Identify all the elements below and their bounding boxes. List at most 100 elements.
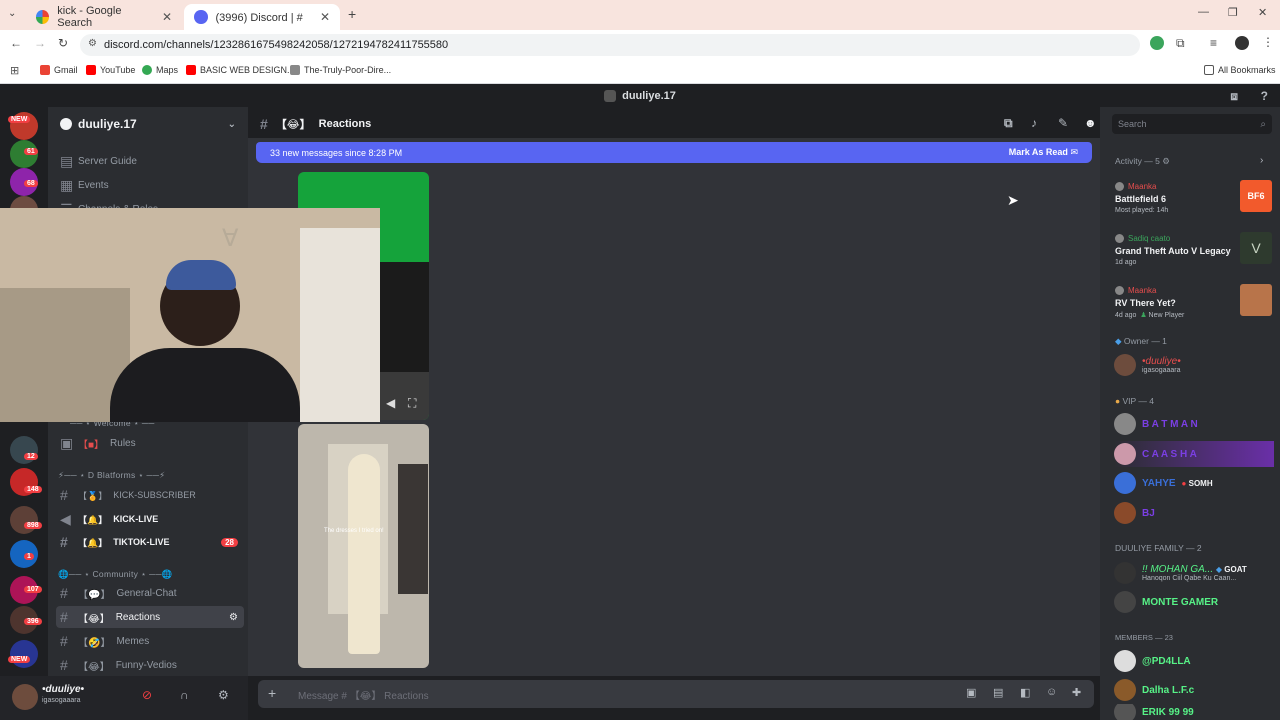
- all-bookmarks[interactable]: All Bookmarks: [1204, 65, 1276, 75]
- chevron-right-icon[interactable]: ›: [1260, 155, 1263, 166]
- member-item[interactable]: C A A S H A: [1114, 441, 1274, 467]
- chevron-down-icon[interactable]: ⌄: [228, 119, 236, 130]
- apps-grid-icon[interactable]: ⊞: [10, 64, 19, 77]
- bookmark-gmail[interactable]: Gmail: [40, 65, 78, 75]
- gmail-icon: [40, 65, 50, 75]
- threads-icon[interactable]: ⧉: [1004, 116, 1013, 131]
- close-window-icon[interactable]: ✕: [1258, 6, 1267, 19]
- profile-avatar[interactable]: [1235, 36, 1249, 50]
- nav-label: Events: [78, 179, 109, 191]
- activity-game: RV There Yet?: [1115, 298, 1176, 308]
- hash-icon: #: [260, 116, 268, 132]
- extensions-puzzle-icon[interactable]: ⧉: [1176, 36, 1185, 51]
- gift-icon[interactable]: ▣: [966, 686, 976, 699]
- tab-search-icon[interactable]: ⌄: [8, 8, 16, 19]
- new-tab-icon[interactable]: +: [348, 6, 356, 22]
- bookmark-youtube[interactable]: YouTube: [86, 65, 135, 75]
- video-embed-2[interactable]: The dresses I tried on!: [298, 424, 429, 668]
- activity-header[interactable]: Activity — 5 ⚙: [1115, 156, 1170, 167]
- notification-bell-icon[interactable]: ♪: [1031, 116, 1037, 130]
- nav-server-guide[interactable]: ▤ Server Guide: [56, 150, 244, 172]
- bookmark-truly-poor[interactable]: The-Truly-Poor-Dire...: [290, 65, 391, 75]
- server-icon[interactable]: [10, 506, 38, 534]
- restore-icon[interactable]: ❐: [1228, 6, 1238, 19]
- bookmark-basic-web-design[interactable]: BASIC WEB DESIGN...: [186, 65, 295, 75]
- user-settings-icon[interactable]: ⚙: [218, 688, 229, 702]
- channel-kick-subscriber[interactable]: # 【🏅】 KICK-SUBSCRIBER: [56, 484, 244, 506]
- channel-general-chat[interactable]: # 【💬】 General-Chat: [56, 582, 244, 604]
- category-platforms[interactable]: ⚡── ⋆ D Blatforms ⋆ ──⚡: [58, 470, 165, 481]
- search-input[interactable]: Search ⌕: [1112, 114, 1272, 134]
- channel-memes[interactable]: # 【🤣】 Memes: [56, 630, 244, 652]
- add-attachment-icon[interactable]: +: [268, 685, 276, 701]
- mute-mic-icon[interactable]: ⊘: [142, 688, 152, 702]
- tab-discord[interactable]: (3996) Discord | # 【😂】 Reactio ✕: [184, 4, 340, 30]
- site-info-icon[interactable]: ⚙: [88, 38, 97, 49]
- forward-icon[interactable]: →: [34, 36, 46, 50]
- group-header-label: Owner — 1: [1123, 336, 1167, 346]
- member-item[interactable]: YAHYE ● SOMH: [1114, 470, 1274, 496]
- extension-icon[interactable]: [1150, 36, 1164, 50]
- activity-item[interactable]: Sadiq caato Grand Theft Auto V Legacy 1d…: [1110, 230, 1276, 276]
- emoji-icon[interactable]: ☺: [1046, 686, 1057, 698]
- media-icon[interactable]: ≡: [1210, 36, 1217, 50]
- bookmark-maps[interactable]: Maps: [142, 65, 178, 75]
- member-item[interactable]: •duuliye• igasogaaara: [1114, 352, 1274, 378]
- new-messages-bar[interactable]: 33 new messages since 8:28 PM Mark As Re…: [256, 142, 1092, 163]
- member-item[interactable]: Dalha L.F.c: [1114, 677, 1274, 703]
- reload-icon[interactable]: ↻: [58, 36, 68, 50]
- background-person: [398, 464, 428, 594]
- member-item[interactable]: !! MOHAN GA... ◆ GOAT Hanoqon Ciil Qabe …: [1114, 560, 1274, 586]
- group-header-label: VIP — 4: [1122, 396, 1155, 406]
- hash-icon: #: [60, 585, 68, 601]
- channel-kick-live[interactable]: ◀ 【🔔】 KICK-LIVE: [56, 508, 244, 530]
- close-tab-icon[interactable]: ✕: [162, 10, 172, 24]
- message-input[interactable]: + Message # 【😂】 Reactions ▣ ▤ ◧ ☺ ✚: [258, 680, 1094, 708]
- channel-emoji: 【🤣】: [78, 637, 111, 649]
- member-item[interactable]: BJ: [1114, 500, 1274, 526]
- fullscreen-icon[interactable]: ⛶: [408, 396, 416, 411]
- headphones-icon[interactable]: ∩: [180, 688, 189, 702]
- gif-icon[interactable]: ▤: [993, 686, 1003, 699]
- url-field[interactable]: ⚙ discord.com/channels/12328616754982420…: [80, 34, 1140, 56]
- settings-icon[interactable]: ⚙: [229, 612, 238, 623]
- avatar[interactable]: [12, 684, 38, 710]
- member-tag: ◆ GOAT: [1216, 565, 1247, 574]
- help-icon[interactable]: ?: [1261, 89, 1268, 103]
- avatar: [1114, 591, 1136, 613]
- member-item[interactable]: ERIK 99 99: [1114, 704, 1274, 720]
- channel-label: General-Chat: [116, 587, 177, 599]
- member-item[interactable]: MONTE GAMER: [1114, 589, 1274, 615]
- activity-item[interactable]: Maanka Battlefield 6 Most played: 14h BF…: [1110, 178, 1276, 224]
- discord-title-bar: duuliye.17 ⧈ ?: [0, 85, 1280, 107]
- nav-events[interactable]: ▦ Events: [56, 174, 244, 196]
- server-icon[interactable]: [10, 640, 38, 668]
- server-header[interactable]: duuliye.17 ⌄: [48, 112, 248, 136]
- kebab-menu-icon[interactable]: ⋮: [1262, 35, 1274, 49]
- channel-tiktok-live[interactable]: # 【🔔】 TIKTOK-LIVE 28: [56, 531, 244, 553]
- inbox-icon[interactable]: ⧈: [1230, 89, 1238, 104]
- mark-as-read-button[interactable]: Mark As Read ✉: [1009, 147, 1078, 158]
- apps-icon[interactable]: ✚: [1072, 686, 1081, 699]
- member-name: !! MOHAN GA...: [1142, 564, 1214, 575]
- pin-icon[interactable]: ✎: [1058, 116, 1068, 130]
- member-item[interactable]: B A T M A N: [1114, 411, 1274, 437]
- category-community[interactable]: 🌐── ⋆ Community ⋆ ──🌐: [58, 569, 173, 580]
- member-info: !! MOHAN GA... ◆ GOAT Hanoqon Ciil Qabe …: [1142, 564, 1247, 582]
- member-list-icon[interactable]: ☻: [1084, 116, 1097, 130]
- sticker-icon[interactable]: ◧: [1020, 686, 1030, 699]
- member-item[interactable]: @PD4LLA: [1114, 648, 1274, 674]
- minimize-icon[interactable]: —: [1198, 6, 1209, 18]
- tab-google-search[interactable]: kick - Google Search ✕: [26, 4, 182, 30]
- close-tab-icon[interactable]: ✕: [320, 10, 330, 24]
- back-icon[interactable]: ←: [10, 36, 22, 50]
- activity-item[interactable]: Maanka RV There Yet? 4d ago ♟ New Player: [1110, 282, 1276, 328]
- volume-icon[interactable]: ◀: [386, 396, 395, 410]
- channel-label: Memes: [116, 635, 150, 647]
- window-title: duuliye.17: [622, 90, 676, 102]
- channel-reactions[interactable]: # 【😂】 Reactions ⚙: [56, 606, 244, 628]
- bookmark-label: All Bookmarks: [1218, 65, 1276, 75]
- channel-emoji: 【■】: [78, 439, 105, 451]
- channel-funny-vedios[interactable]: # 【😂】 Funny-Vedios: [56, 654, 244, 676]
- channel-rules[interactable]: ▣ 【■】 Rules: [56, 432, 244, 454]
